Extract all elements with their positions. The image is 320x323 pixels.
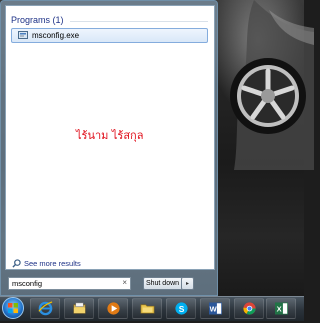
internet-explorer-icon xyxy=(37,301,52,316)
result-item-msconfig[interactable]: msconfig.exe xyxy=(11,28,208,43)
msconfig-icon xyxy=(18,31,28,39)
word-icon: W xyxy=(208,302,222,315)
media-player-icon xyxy=(106,302,120,315)
car-wheel-icon xyxy=(230,58,306,134)
taskbar-skype[interactable]: S xyxy=(166,298,196,319)
shutdown-label: Shut down xyxy=(145,280,180,287)
chrome-icon xyxy=(242,302,256,315)
taskbar: S W X xyxy=(0,296,304,321)
clear-search-icon[interactable]: × xyxy=(122,278,127,287)
search-results-pane: Programs (1) msconfig.exe ไร้นาม ไร้สกุล… xyxy=(5,5,215,270)
search-input[interactable]: msconfig × xyxy=(8,277,131,290)
windows-logo-icon xyxy=(8,303,18,313)
skype-icon: S xyxy=(174,302,188,315)
chevron-right-icon: ▸ xyxy=(185,281,189,287)
taskbar-excel[interactable]: X xyxy=(266,298,296,319)
taskbar-file-explorer[interactable] xyxy=(64,298,94,319)
taskbar-media-player[interactable] xyxy=(98,298,128,319)
svg-text:W: W xyxy=(209,304,217,313)
taskbar-chrome[interactable] xyxy=(234,298,264,319)
overlay-text: ไร้นาม ไร้สกุล xyxy=(76,129,144,142)
excel-icon: X xyxy=(274,302,288,315)
programs-section-header: Programs (1) xyxy=(11,15,64,25)
search-input-value: msconfig xyxy=(12,279,43,288)
file-explorer-icon xyxy=(73,302,85,314)
start-button[interactable] xyxy=(2,297,24,319)
taskbar-word[interactable]: W xyxy=(200,298,230,319)
result-item-label: msconfig.exe xyxy=(32,31,80,40)
taskbar-internet-explorer[interactable] xyxy=(30,298,60,319)
search-icon xyxy=(12,259,21,268)
folder-icon xyxy=(140,304,154,314)
see-more-results-link[interactable]: See more results xyxy=(12,259,81,268)
taskbar-folder[interactable] xyxy=(132,298,162,319)
start-menu: Programs (1) msconfig.exe ไร้นาม ไร้สกุล… xyxy=(0,0,218,296)
section-divider xyxy=(70,21,208,22)
shutdown-options-button[interactable]: ▸ xyxy=(181,277,194,290)
svg-text:S: S xyxy=(178,304,184,314)
see-more-label: See more results xyxy=(24,259,81,268)
svg-text:X: X xyxy=(276,304,281,313)
